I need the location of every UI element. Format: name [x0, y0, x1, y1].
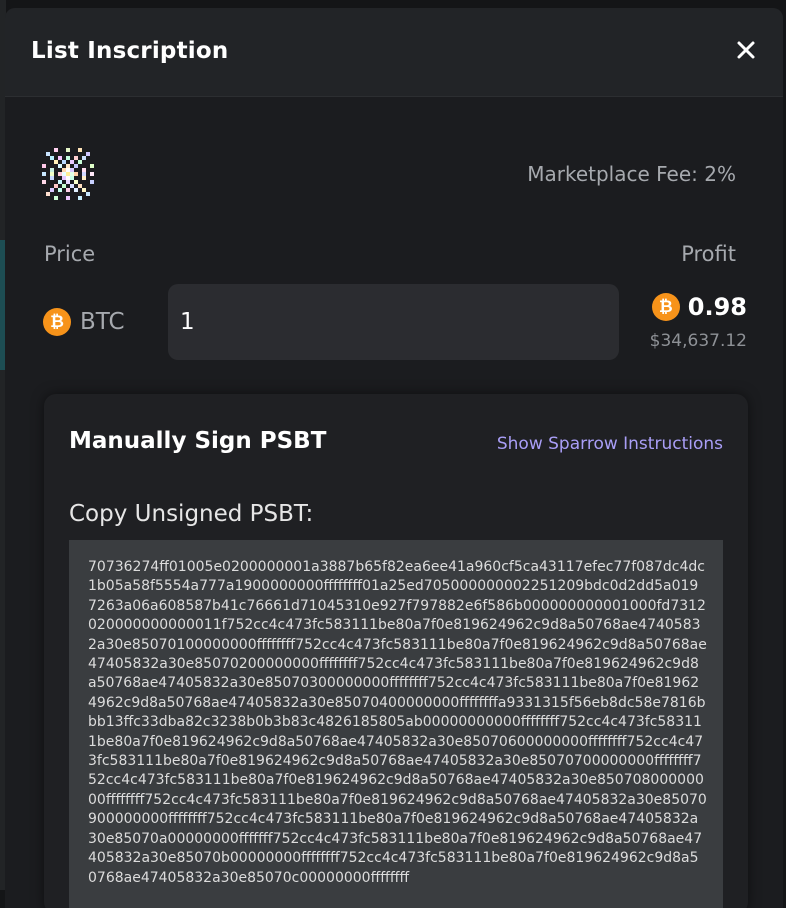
currency-label: BTC	[80, 309, 125, 335]
price-input[interactable]	[168, 284, 619, 360]
marketplace-fee: Marketplace Fee: 2%	[527, 162, 736, 186]
copy-psbt-label: Copy Unsigned PSBT:	[69, 501, 314, 527]
manual-sign-psbt-panel: Manually Sign PSBT Show Sparrow Instruct…	[44, 394, 748, 908]
profit-btc-amount: 0.98	[687, 293, 747, 321]
close-icon[interactable]	[734, 38, 758, 62]
sparrow-instructions-link[interactable]: Show Sparrow Instructions	[497, 434, 723, 454]
unsigned-psbt-text[interactable]: 70736274ff01005e0200000001a3887b65f82ea6…	[69, 540, 723, 908]
profit-value: ₿ 0.98	[651, 293, 747, 321]
modal-title: List Inscription	[31, 38, 229, 64]
bitcoin-icon: ₿	[43, 308, 71, 336]
profit-usd-amount: $34,637.12	[649, 331, 747, 351]
modal-header: List Inscription	[5, 8, 783, 97]
close-button[interactable]	[734, 38, 758, 62]
psbt-panel-title: Manually Sign PSBT	[69, 428, 327, 454]
profit-label: Profit	[681, 242, 736, 266]
list-inscription-modal: List Inscription Marketplace Fee: 2% Pri…	[5, 8, 783, 908]
currency-selector: ₿ BTC	[43, 308, 125, 336]
price-label: Price	[44, 242, 96, 266]
inscription-thumbnail	[42, 148, 94, 200]
bitcoin-icon: ₿	[651, 293, 680, 321]
